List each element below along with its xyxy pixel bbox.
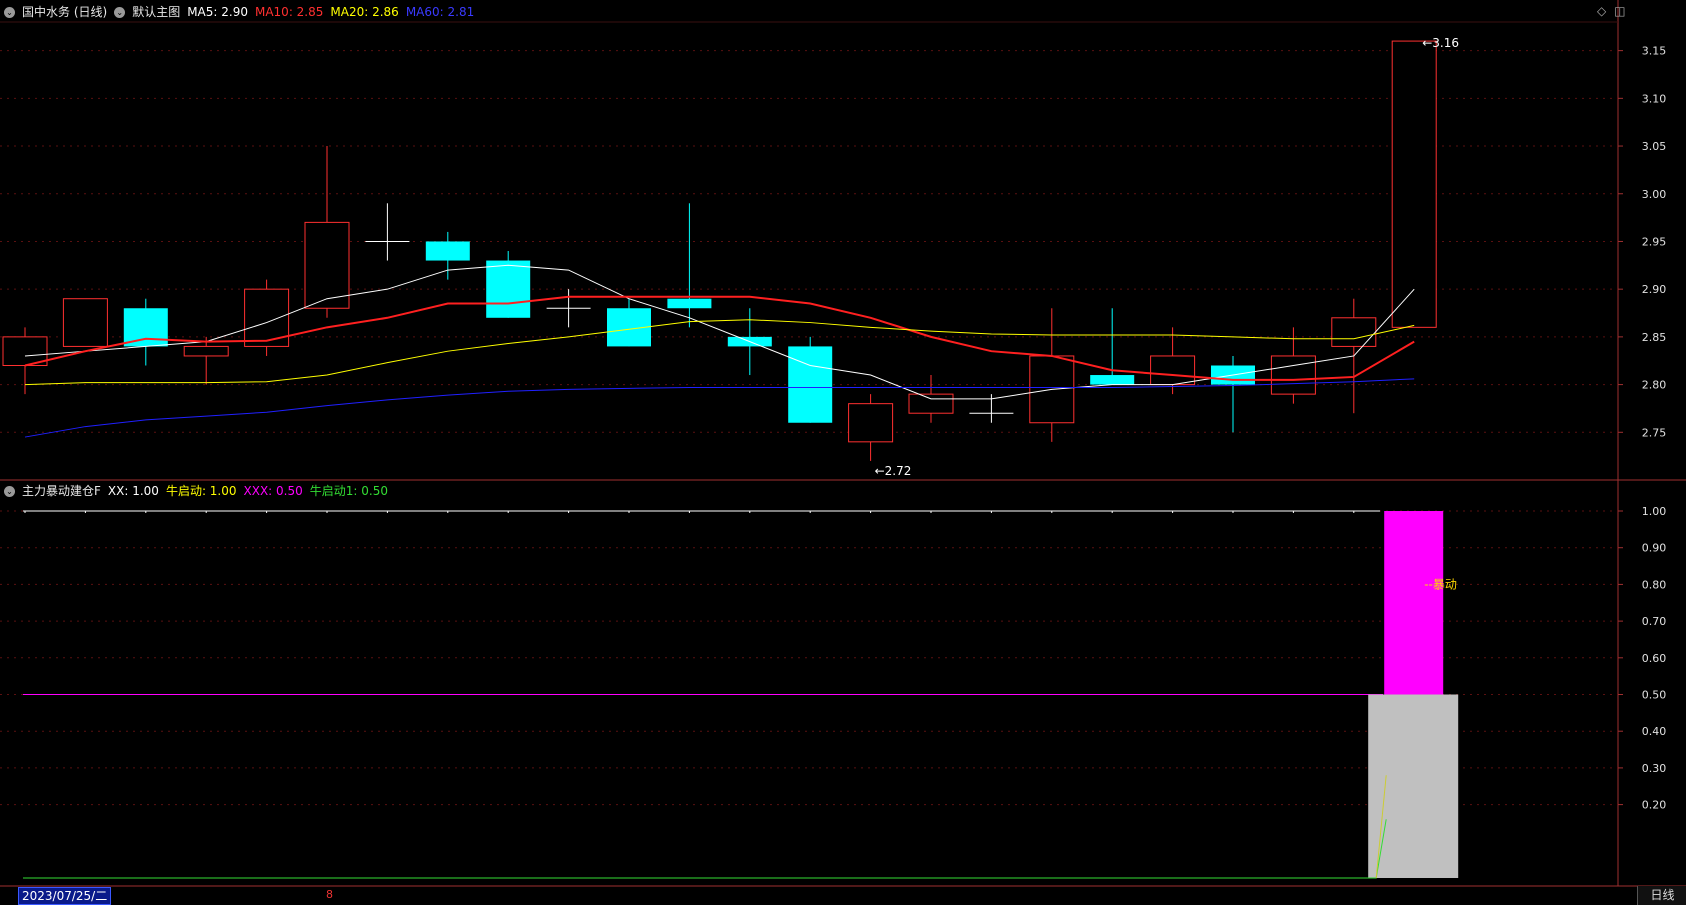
collapse-icon[interactable]: ⌄ — [4, 6, 15, 18]
price-annotation: ←2.72 — [875, 464, 912, 478]
indicator-tick-label: 0.90 — [1642, 542, 1667, 555]
main-chart-header: ⌄ 国中水务 (日线) ⌄ 默认主图 MA5: 2.90 MA10: 2.85 … — [0, 2, 481, 22]
restore-icon[interactable]: ◫ — [1614, 4, 1625, 18]
price-tick-label: 2.90 — [1642, 283, 1667, 296]
candle-up — [848, 403, 894, 443]
candle-up — [908, 393, 954, 414]
candle-up — [1150, 355, 1196, 386]
ma-line-ma5 — [24, 264, 1415, 400]
price-tick-label: 2.75 — [1642, 426, 1667, 439]
ma20-label: MA20: 2.86 — [330, 5, 399, 19]
indicator-collapse-icon[interactable]: ⌄ — [4, 485, 15, 497]
green-signal-line — [23, 819, 1387, 879]
candle-up — [183, 345, 229, 357]
price-tick-label: 3.10 — [1642, 92, 1667, 105]
template-icon[interactable]: ⌄ — [114, 6, 126, 18]
price-tick-label: 2.85 — [1642, 331, 1667, 344]
template-label[interactable]: 默认主图 — [132, 2, 180, 22]
candle-up — [1391, 40, 1437, 328]
niu-qidong1-bar — [1368, 694, 1459, 878]
ma10-label: MA10: 2.85 — [254, 5, 324, 19]
candle-up — [62, 298, 108, 347]
candle-down — [1090, 375, 1135, 385]
candle-down — [667, 298, 712, 309]
security-title: 国中水务 (日线) — [22, 5, 108, 19]
candle-down — [788, 346, 833, 423]
candle-up — [1331, 317, 1377, 347]
indicator-name[interactable]: 主力暴动建仓F — [22, 481, 101, 501]
time-axis-bar — [0, 886, 1686, 905]
diamond-icon[interactable]: ◇ — [1597, 4, 1606, 18]
ma-line-ma60 — [24, 378, 1415, 438]
price-tick-label: 2.80 — [1642, 379, 1667, 392]
period-tab[interactable]: 日线 — [1637, 886, 1686, 905]
window-controls: ◇ ◫ — [1597, 4, 1625, 18]
price-annotation: ←3.16 — [1422, 36, 1459, 50]
candle-down — [425, 241, 470, 261]
indicator-tick-label: 0.50 — [1642, 689, 1667, 702]
ma5-label: MA5: 2.90 — [187, 5, 248, 19]
price-tick-label: 3.05 — [1642, 140, 1667, 153]
price-tick-label: 3.15 — [1642, 45, 1667, 58]
indicator-tick-label: 0.70 — [1642, 615, 1667, 628]
indicator-tick-label: 1.00 — [1642, 505, 1667, 518]
niu-qidong-label: 牛启动: 1.00 — [165, 484, 237, 498]
price-tick-label: 3.00 — [1642, 188, 1667, 201]
candle-up — [304, 221, 350, 309]
indicator-tick-label: 0.20 — [1642, 799, 1667, 812]
indicator-tick-label: 0.60 — [1642, 652, 1667, 665]
candle-down — [123, 308, 168, 347]
indicator-tick-label: 0.40 — [1642, 725, 1667, 738]
candle-up — [1270, 355, 1316, 395]
candle-down — [486, 260, 531, 318]
cursor-marker: 8 — [326, 888, 333, 901]
niu-qidong1-label: 牛启动1: 0.50 — [309, 484, 388, 498]
baodong-annotation: --暴动 — [1424, 577, 1457, 591]
indicator-header: ⌄ 主力暴动建仓F XX: 1.00 牛启动: 1.00 XXX: 0.50 牛… — [0, 481, 395, 501]
indicator-tick-label: 0.30 — [1642, 762, 1667, 775]
indicator-tick-label: 0.80 — [1642, 578, 1667, 591]
xx-label: XX: 1.00 — [107, 484, 159, 498]
chart-canvas: 3.15 3.10 3.05 3.00 2.95 2.90 2.85 2.80 2.75 ←3.1… — [0, 0, 1686, 887]
xxx-label: XXX: 0.50 — [243, 484, 303, 498]
price-tick-label: 2.95 — [1642, 235, 1667, 248]
ma60-label: MA60: 2.81 — [405, 5, 475, 19]
cursor-date-label: 2023/07/25/二 — [18, 887, 112, 905]
ma-line-ma10 — [24, 295, 1415, 381]
niu-qidong-bar — [1384, 511, 1444, 695]
